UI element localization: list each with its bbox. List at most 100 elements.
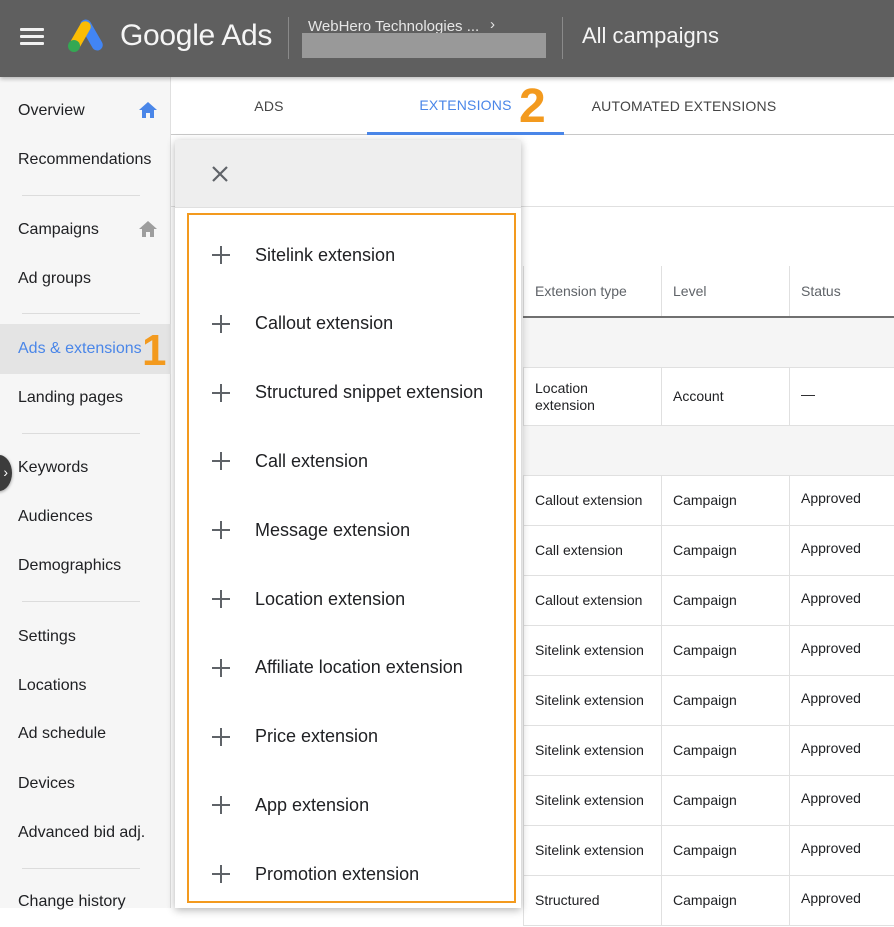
sidebar-item-locations[interactable]: Locations: [0, 661, 171, 711]
sidebar-item-devices[interactable]: Devices: [0, 759, 171, 809]
cell-extension-type: Call extension: [523, 526, 661, 575]
cell-level: Account: [661, 368, 789, 425]
menu-item-message-extension[interactable]: Message extension: [189, 496, 514, 564]
menu-item-label: Location extension: [255, 588, 406, 609]
table-row[interactable]: Sitelink extension Campaign Approved: [523, 626, 894, 676]
add-extension-menu: Sitelink extension Callout extension Struc…: [175, 140, 521, 908]
sidebar-item-keywords[interactable]: Keywords: [0, 443, 171, 493]
sidebar-item-settings[interactable]: Settings: [0, 612, 171, 662]
menu-item-label: App extension: [255, 794, 370, 815]
plus-icon: [212, 658, 230, 677]
menu-header: [175, 140, 521, 208]
extension-options-list: Sitelink extension Callout extension Struc…: [187, 213, 516, 903]
sidebar-item-advanced-bid-adj[interactable]: Advanced bid adj.: [0, 808, 171, 858]
chevron-right-icon: ›: [3, 464, 8, 480]
sidebar-item-overview[interactable]: Overview: [0, 86, 171, 136]
menu-item-label: Call extension: [255, 450, 369, 471]
google-ads-logo-icon: [68, 19, 103, 52]
menu-item-price-extension[interactable]: Price extension: [189, 703, 514, 771]
cell-level: Campaign: [661, 626, 789, 675]
menu-item-promotion-extension[interactable]: Promotion extension: [189, 840, 514, 908]
menu-item-affiliate-location-extension[interactable]: Affiliate location extension: [189, 634, 514, 702]
plus-icon: [212, 383, 230, 402]
sidebar-item-ad-groups[interactable]: Ad groups: [0, 254, 171, 304]
plus-icon: [212, 521, 230, 540]
column-header-extension-type[interactable]: Extension type: [523, 266, 661, 316]
sidebar-item-label: Devices: [18, 775, 75, 792]
tab-bar: ADS EXTENSIONS 2 AUTOMATED EXTENSIONS: [171, 77, 894, 135]
table-row[interactable]: Location extension Account —: [523, 368, 894, 426]
cell-status: Approved: [789, 726, 894, 775]
menu-item-sitelink-extension[interactable]: Sitelink extension: [189, 221, 514, 289]
cell-status: Approved: [789, 676, 894, 725]
table-row[interactable]: Call extension Campaign Approved: [523, 526, 894, 576]
table-row[interactable]: Callout extension Campaign Approved: [523, 576, 894, 626]
table-row[interactable]: Sitelink extension Campaign Approved: [523, 676, 894, 726]
cell-level: Campaign: [661, 676, 789, 725]
cell-level: Campaign: [661, 826, 789, 875]
cell-level: Campaign: [661, 526, 789, 575]
plus-icon: [212, 865, 230, 884]
menu-item-label: Callout extension: [255, 313, 394, 334]
table-row[interactable]: Structured Campaign Approved: [523, 876, 894, 926]
sidebar-item-ads-extensions[interactable]: Ads & extensions 1: [0, 324, 171, 375]
cell-status: Approved: [789, 776, 894, 825]
menu-item-callout-extension[interactable]: Callout extension: [189, 290, 514, 358]
cell-extension-type: Sitelink extension: [523, 826, 661, 875]
table-row[interactable]: Sitelink extension Campaign Approved: [523, 776, 894, 826]
divider: [22, 313, 140, 314]
divider: [22, 868, 140, 869]
menu-item-label: Affiliate location extension: [255, 657, 463, 678]
cell-level: Campaign: [661, 576, 789, 625]
cell-extension-type: Callout extension: [523, 576, 661, 625]
sidebar-item-label: Ad groups: [18, 270, 91, 287]
cell-level: Campaign: [661, 876, 789, 925]
menu-icon[interactable]: [20, 28, 44, 46]
tab-automated-extensions[interactable]: AUTOMATED EXTENSIONS: [564, 77, 804, 135]
cell-status: —: [789, 368, 894, 425]
table-row[interactable]: Sitelink extension Campaign Approved: [523, 726, 894, 776]
menu-item-app-extension[interactable]: App extension: [189, 771, 514, 839]
column-header-level[interactable]: Level: [661, 266, 789, 316]
column-header-status[interactable]: Status: [789, 266, 894, 316]
cell-extension-type: Sitelink extension: [523, 626, 661, 675]
menu-item-label: Structured snippet extension: [255, 382, 484, 403]
home-icon: [139, 221, 157, 237]
sidebar-item-label: Overview: [18, 102, 85, 119]
plus-icon: [212, 452, 230, 471]
sidebar-item-label: Demographics: [18, 557, 122, 574]
sidebar-item-label: Locations: [18, 677, 87, 694]
sidebar-item-recommendations[interactable]: Recommendations: [0, 135, 171, 185]
menu-item-structured-snippet-extension[interactable]: Structured snippet extension: [189, 359, 514, 427]
chevron-right-icon[interactable]: ›: [490, 16, 495, 33]
table-row[interactable]: Callout extension Campaign Approved: [523, 476, 894, 526]
plus-icon: [212, 590, 230, 608]
plus-icon: [212, 727, 230, 746]
close-icon[interactable]: [208, 162, 232, 186]
sidebar-item-audiences[interactable]: Audiences: [0, 492, 171, 542]
sidebar-item-demographics[interactable]: Demographics: [0, 541, 171, 591]
cell-level: Campaign: [661, 476, 789, 525]
cell-status: Approved: [789, 626, 894, 675]
menu-item-label: Promotion extension: [255, 863, 420, 884]
sidebar-nav: Overview Recommendations Campaigns Ad gr…: [0, 77, 171, 910]
tab-ads[interactable]: ADS: [171, 77, 367, 135]
cell-extension-type: Sitelink extension: [523, 776, 661, 825]
sidebar-item-ad-schedule[interactable]: Ad schedule: [0, 709, 171, 759]
table-row[interactable]: Sitelink extension Campaign Approved: [523, 826, 894, 876]
menu-item-location-extension[interactable]: Location extension: [189, 565, 514, 633]
menu-item-call-extension[interactable]: Call extension: [189, 427, 514, 495]
divider: [22, 601, 140, 602]
sidebar-item-landing-pages[interactable]: Landing pages: [0, 373, 171, 423]
sidebar-item-campaigns[interactable]: Campaigns: [0, 205, 171, 255]
divider: [22, 433, 140, 434]
cell-status: Approved: [789, 876, 894, 925]
annotation-step-2: 2: [519, 80, 546, 133]
menu-item-label: Message extension: [255, 519, 411, 540]
cell-level: Campaign: [661, 726, 789, 775]
sidebar-item-change-history[interactable]: Change history: [0, 877, 171, 927]
sidebar-item-label: Ad schedule: [18, 725, 107, 742]
plus-icon: [212, 314, 230, 333]
table-header-row: Extension type Level Status: [523, 266, 894, 318]
sidebar-item-label: Landing pages: [18, 389, 123, 406]
